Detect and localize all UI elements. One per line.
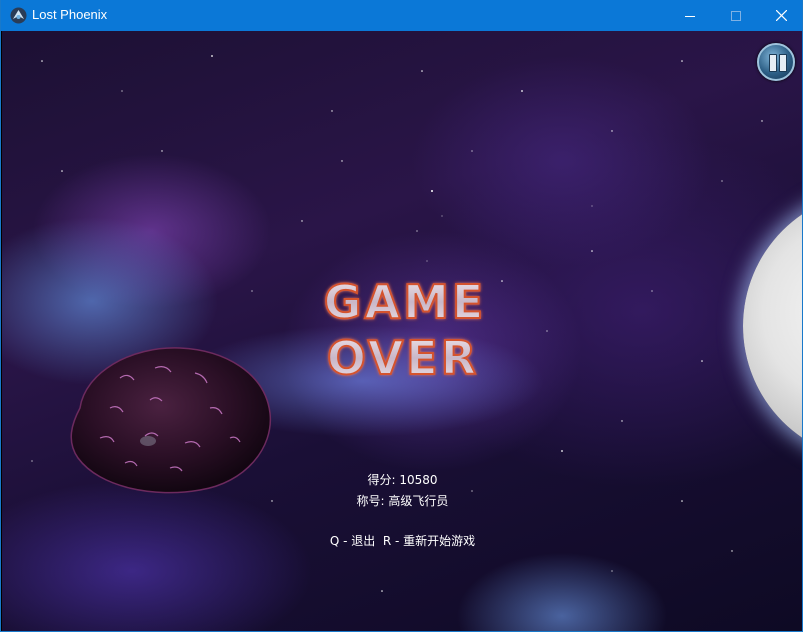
game-over-line2: OVER bbox=[327, 331, 479, 383]
rank-value: 高级飞行员 bbox=[388, 494, 449, 508]
title-bar[interactable]: Lost Phoenix bbox=[1, 0, 802, 31]
pause-button[interactable] bbox=[757, 43, 795, 81]
game-over-line1: GAME bbox=[324, 278, 487, 329]
maximize-button[interactable] bbox=[713, 0, 759, 31]
score-line: 得分: 10580 bbox=[2, 472, 802, 488]
minimize-button[interactable] bbox=[667, 0, 713, 31]
controls-hint: Q - 退出 R - 重新开始游戏 bbox=[329, 534, 476, 548]
score-value: 10580 bbox=[399, 473, 438, 487]
close-icon bbox=[775, 10, 787, 21]
game-over-title: GAME OVER bbox=[323, 278, 487, 383]
phoenix-app-icon bbox=[10, 7, 27, 24]
window-title: Lost Phoenix bbox=[32, 7, 108, 22]
maximize-icon bbox=[731, 10, 741, 21]
rank-line: 称号: 高级飞行员 bbox=[2, 493, 802, 509]
minimize-icon bbox=[685, 15, 695, 17]
rank-label: 称号: bbox=[356, 494, 385, 508]
close-button[interactable] bbox=[758, 0, 802, 31]
game-window: Lost Phoenix GAME OVER 得分: 10580 称号: 高级飞… bbox=[0, 0, 803, 632]
game-canvas[interactable]: GAME OVER 得分: 10580 称号: 高级飞行员 Q - 退出 R -… bbox=[2, 31, 802, 631]
score-label: 得分: bbox=[367, 473, 396, 487]
